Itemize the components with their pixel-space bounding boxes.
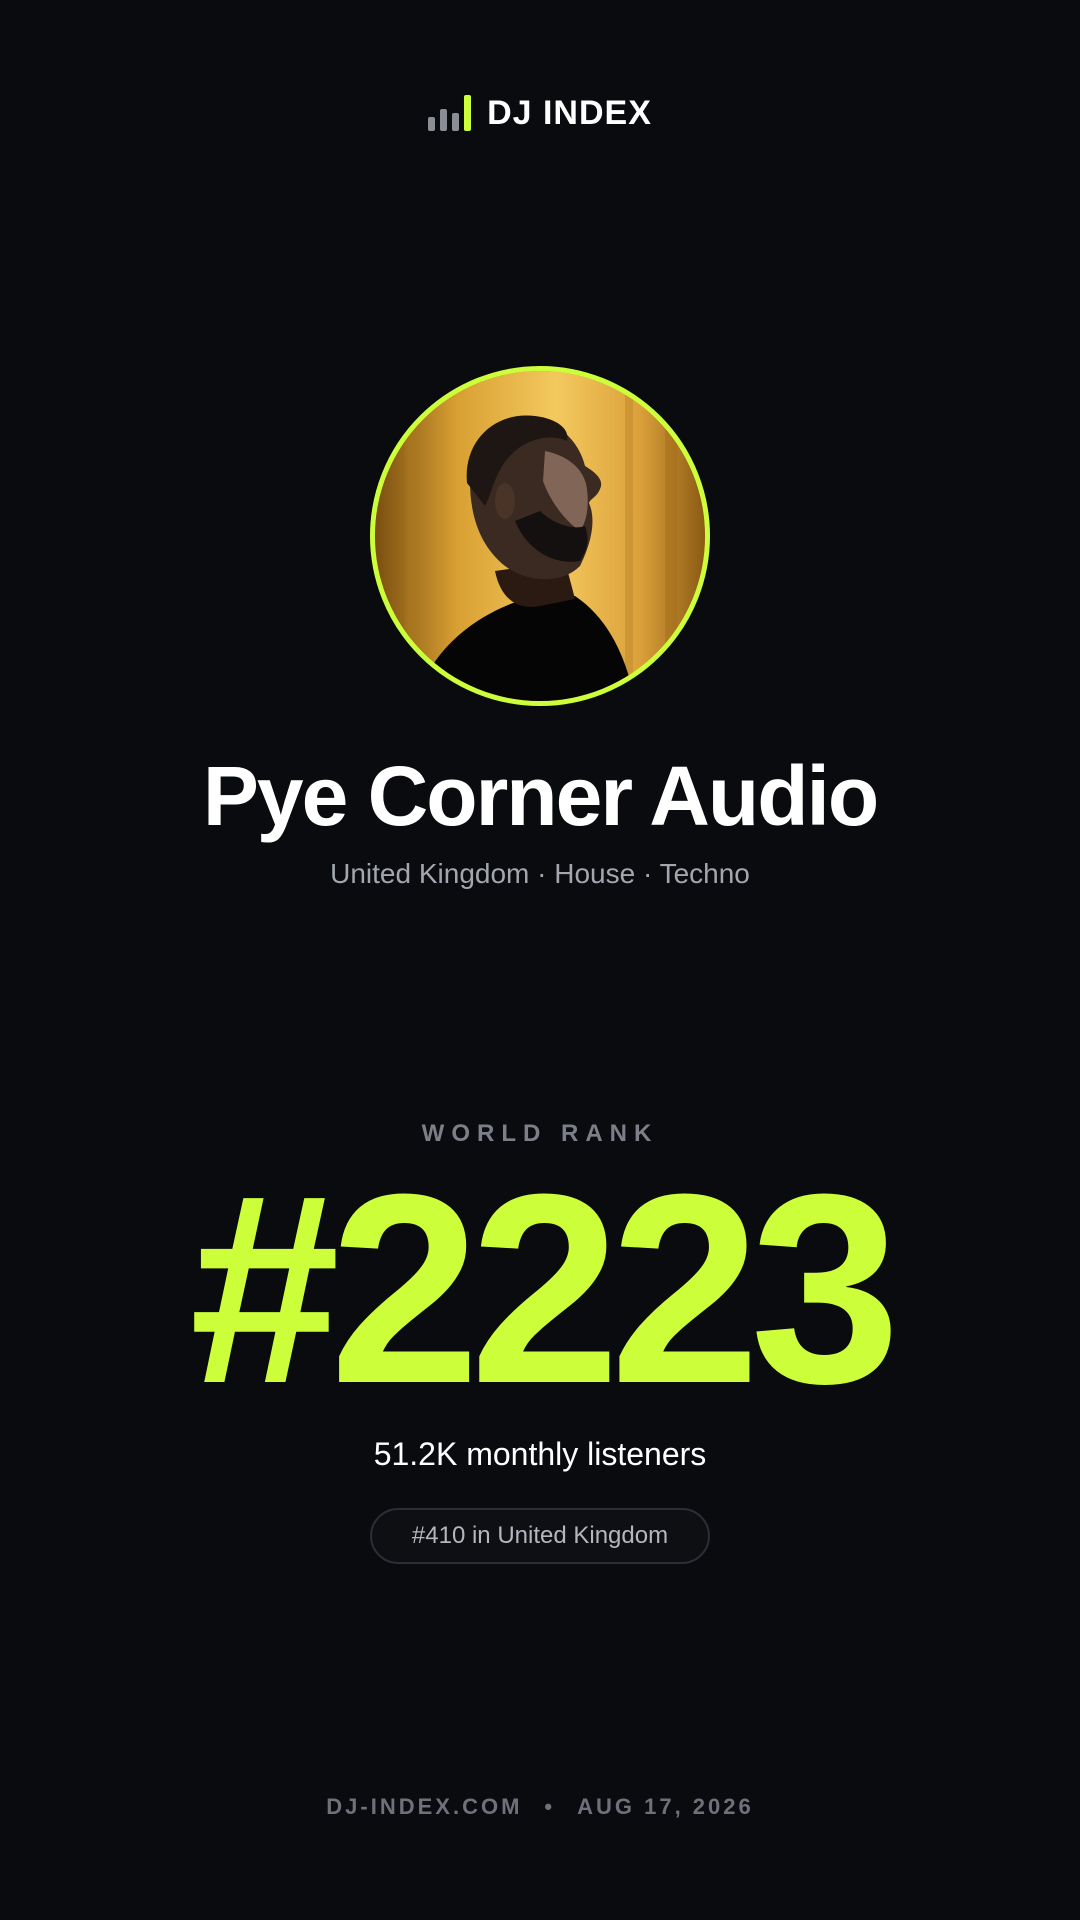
footer-site: DJ-INDEX.COM [326,1794,523,1819]
artist-meta: United Kingdom · House · Techno [330,858,750,889]
artist-name: Pye Corner Audio [202,749,879,843]
artist-avatar [370,366,710,706]
monthly-listeners: 51.2K monthly listeners [373,1436,707,1472]
world-rank-value: #2223 [189,1139,901,1440]
footer: DJ-INDEX.COM • AUG 17, 2026 [0,1794,1080,1820]
country-rank-badge: #410 in United Kingdom [370,1508,710,1564]
footer-separator: • [544,1794,556,1819]
country-rank-text: #410 in United Kingdom [411,1522,669,1549]
footer-date: AUG 17, 2026 [577,1794,754,1819]
brand-header: DJ INDEX [0,95,1080,131]
artist-portrait-image [375,371,705,701]
bar-chart-icon [428,95,472,131]
brand-name: DJ INDEX [487,94,652,132]
